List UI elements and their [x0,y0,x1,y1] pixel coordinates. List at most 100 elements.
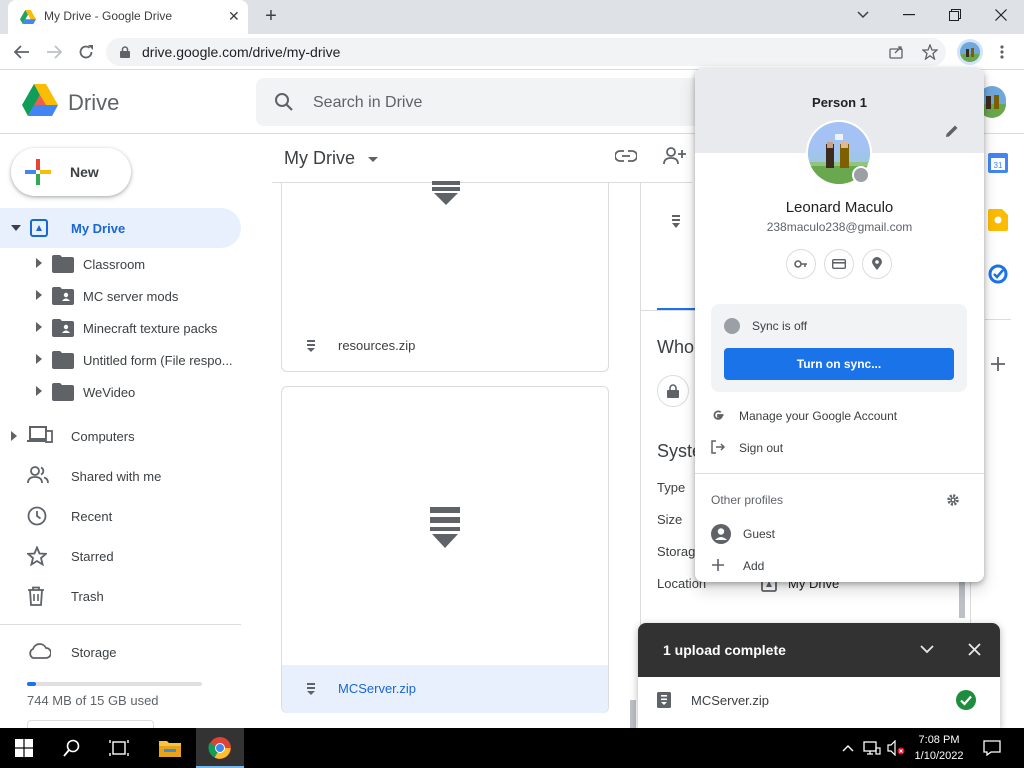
address-pin-icon[interactable] [862,249,892,279]
sidebar-item-storage[interactable]: Storage [0,632,240,672]
add-person-icon[interactable] [663,147,687,165]
file-card-resources[interactable]: resources.zip [281,181,609,372]
google-drive-favicon-icon [20,10,36,24]
lock-icon[interactable] [657,375,689,407]
sidebar-item-computers[interactable]: Computers [0,416,240,456]
details-scrollbar[interactable] [959,578,965,618]
network-icon[interactable] [860,736,884,760]
add-addon-icon[interactable] [990,356,1006,372]
chrome-profile-button[interactable] [957,39,983,65]
sidebar-item-shared-with-me[interactable]: Shared with me [0,456,240,496]
search-placeholder: Search in Drive [313,94,423,111]
lock-icon[interactable] [120,46,130,58]
expand-arrow-icon[interactable] [36,386,42,396]
file-card-mcserver[interactable]: MCServer.zip [281,386,609,713]
sidebar-folder-mc-server-mods[interactable]: MC server mods [0,280,240,312]
chrome-menu-icon[interactable] [991,41,1013,63]
page-title[interactable]: My Drive [284,148,379,169]
sidebar-folder-classroom[interactable]: Classroom [0,248,240,280]
calendar-icon[interactable]: 31 [988,153,1008,173]
expand-arrow-icon[interactable] [11,431,17,441]
sidebar-folder-wevideo[interactable]: WeVideo [0,376,240,408]
payment-card-icon[interactable] [824,249,854,279]
storage-used-label: Storag [657,544,696,559]
google-g-icon [711,408,725,422]
minimize-window-button[interactable] [886,0,932,30]
windows-start-icon[interactable] [12,736,36,760]
profile-user-name: Leonard Maculo [785,199,894,216]
get-link-icon[interactable] [615,149,637,163]
expand-arrow-icon[interactable] [36,322,42,332]
menu-item-label: Add [743,559,765,573]
new-button[interactable]: New [11,148,131,196]
close-tab-icon[interactable]: ✕ [228,8,240,25]
url-text: drive.google.com/drive/my-drive [142,44,341,60]
sign-out-item[interactable]: Sign out [695,433,984,463]
passwords-key-icon[interactable] [786,249,816,279]
expand-arrow-icon[interactable] [36,258,42,268]
caret-down-icon[interactable] [11,225,21,231]
manage-google-account-item[interactable]: Manage your Google Account [695,401,984,431]
turn-on-sync-button[interactable]: Turn on sync... [724,348,954,380]
reload-icon[interactable] [75,41,97,63]
sidebar-item-my-drive[interactable]: My Drive [0,208,241,248]
share-icon[interactable] [889,45,905,59]
bookmark-star-icon[interactable] [922,44,938,60]
tasks-icon[interactable] [988,264,1008,284]
guest-avatar-icon [711,524,731,544]
sidebar-item-label: Trash [71,589,104,604]
size-label: Size [657,512,683,527]
google-drive-logo-icon[interactable] [22,84,58,116]
forward-arrow-icon[interactable] [43,41,65,63]
browser-tab[interactable]: My Drive - Google Drive ✕ [8,0,248,34]
taskbar-search-icon[interactable] [60,736,84,760]
sync-status-box: Sync is off Turn on sync... [711,304,967,392]
sidebar-item-label: My Drive [71,221,126,236]
task-view-icon[interactable] [107,736,131,760]
type-label: Type [657,480,686,495]
scrollbar-thumb[interactable] [630,700,636,728]
storage-progress-bar [27,682,202,686]
zip-file-icon [671,215,681,229]
people-icon [27,466,49,484]
manage-profiles-gear-icon[interactable] [946,493,960,507]
new-button-label: New [70,164,99,180]
sidebar-item-starred[interactable]: Starred [0,536,240,576]
volume-muted-icon[interactable] [884,736,908,760]
address-bar[interactable]: drive.google.com/drive/my-drive [106,38,946,66]
file-explorer-icon[interactable] [158,736,182,760]
folder-label: Untitled form (File respo... [83,353,233,368]
sidebar-item-trash[interactable]: Trash [0,576,240,616]
taskbar-chrome-active[interactable] [196,728,244,768]
upload-status-title: 1 upload complete [663,642,786,658]
trash-icon [27,586,45,606]
tab-search-chevron-icon[interactable] [840,0,886,30]
expand-arrow-icon[interactable] [36,354,42,364]
folder-label: WeVideo [83,385,136,400]
sidebar-folder-minecraft-texture-packs[interactable]: Minecraft texture packs [0,312,240,344]
search-icon[interactable] [274,92,294,112]
sidebar-item-recent[interactable]: Recent [0,496,240,536]
sidebar-folder-untitled-form[interactable]: Untitled form (File respo... [0,344,240,376]
caret-down-icon[interactable] [368,156,379,162]
taskbar-clock[interactable]: 7:08 PM 1/10/2022 [906,732,972,764]
buy-storage-button[interactable] [27,720,154,728]
new-tab-button[interactable]: + [260,5,282,27]
keep-icon[interactable] [988,209,1008,231]
folder-label: Classroom [83,257,146,272]
page-title-text: My Drive [284,148,355,168]
close-icon[interactable] [968,643,981,656]
notifications-icon[interactable] [980,736,1004,760]
collapse-chevron-icon[interactable] [920,645,934,654]
restore-window-button[interactable] [932,0,978,30]
edit-pencil-icon[interactable] [945,124,959,138]
add-profile-item[interactable]: Add [695,551,984,581]
menu-item-label: Guest [743,527,776,541]
close-window-button[interactable] [978,0,1024,30]
show-hidden-icons-chevron-icon[interactable] [836,736,860,760]
back-arrow-icon[interactable] [11,41,33,63]
rail-divider [985,319,1011,320]
expand-arrow-icon[interactable] [36,290,42,300]
search-in-drive-input[interactable]: Search in Drive [256,78,716,126]
guest-profile-item[interactable]: Guest [695,519,984,549]
